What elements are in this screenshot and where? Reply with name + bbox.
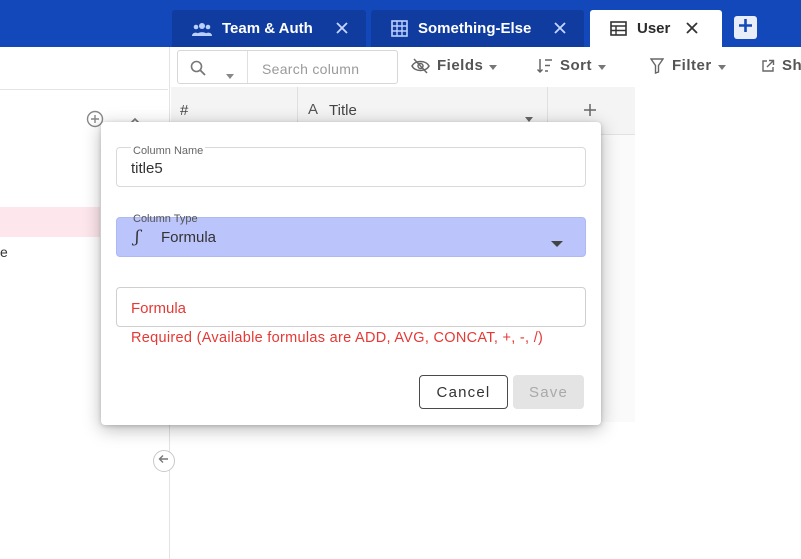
column-name-field[interactable]: Column Name title5 — [116, 145, 586, 187]
plus-icon — [738, 18, 753, 38]
fields-button[interactable]: Fields — [411, 57, 498, 74]
column-type-value: Formula — [161, 229, 217, 246]
cancel-button[interactable]: Cancel — [419, 375, 508, 409]
share-label: Sh — [782, 57, 801, 74]
sidebar-item-selected[interactable] — [0, 207, 100, 237]
divider — [247, 51, 248, 83]
save-button[interactable]: Save — [513, 375, 584, 409]
add-column-dialog: Column Name title5 Column Type ʃ Formula… — [101, 122, 601, 425]
caret-down-icon — [551, 234, 563, 252]
formula-icon: ʃ — [135, 227, 140, 247]
column-header-index: # — [180, 102, 189, 119]
text-type-icon: A — [308, 101, 319, 118]
caret-down-icon — [489, 57, 498, 74]
formula-error-text: Required (Available formulas are ADD, AV… — [131, 330, 544, 346]
tab-label: Something-Else — [418, 20, 532, 37]
filter-label: Filter — [672, 57, 712, 74]
sort-icon — [536, 57, 553, 74]
tab-label: User — [637, 20, 671, 37]
app-root: Team & Auth Something-Else User e Search… — [0, 0, 801, 559]
tab-user[interactable]: User — [590, 10, 722, 47]
close-icon[interactable] — [552, 20, 568, 36]
column-type-label: Column Type — [133, 213, 198, 225]
search-field[interactable]: Search column — [177, 50, 398, 84]
tab-bar: Team & Auth Something-Else User — [0, 0, 801, 47]
arrow-left-icon — [158, 452, 170, 470]
caret-down-icon[interactable] — [226, 66, 234, 84]
share-button[interactable]: Sh — [761, 57, 801, 74]
column-type-select[interactable]: Column Type ʃ Formula — [116, 213, 586, 257]
divider — [0, 89, 168, 90]
tab-team-auth[interactable]: Team & Auth — [172, 10, 366, 47]
column-header-title[interactable]: Title — [329, 102, 357, 119]
fields-label: Fields — [437, 57, 484, 74]
caret-down-icon — [598, 57, 606, 74]
column-name-input[interactable]: title5 — [131, 160, 163, 177]
sort-label: Sort — [560, 57, 592, 74]
open-in-new-icon — [761, 59, 775, 73]
users-icon — [192, 22, 212, 36]
add-column-icon[interactable] — [583, 103, 597, 122]
table-icon — [610, 21, 627, 36]
tab-something-else[interactable]: Something-Else — [371, 10, 584, 47]
add-tab-button[interactable] — [734, 16, 757, 39]
sort-button[interactable]: Sort — [536, 57, 606, 74]
filter-icon — [650, 57, 664, 74]
tab-label: Team & Auth — [222, 20, 313, 37]
formula-field[interactable]: Formula — [116, 287, 586, 327]
close-icon[interactable] — [334, 20, 350, 36]
toolbar: Search column Fields Sort Filter Sh — [171, 47, 801, 87]
filter-button[interactable]: Filter — [650, 57, 726, 74]
grid-icon — [391, 20, 408, 37]
search-input[interactable]: Search column — [262, 61, 359, 77]
close-icon[interactable] — [684, 20, 700, 36]
column-name-label: Column Name — [131, 145, 206, 157]
formula-input[interactable]: Formula — [131, 300, 186, 317]
collapse-sidebar-button[interactable] — [153, 450, 175, 472]
search-icon — [190, 60, 206, 81]
eye-off-icon — [411, 57, 430, 74]
sidebar-item-label[interactable]: e — [0, 244, 8, 260]
caret-down-icon — [717, 57, 726, 74]
